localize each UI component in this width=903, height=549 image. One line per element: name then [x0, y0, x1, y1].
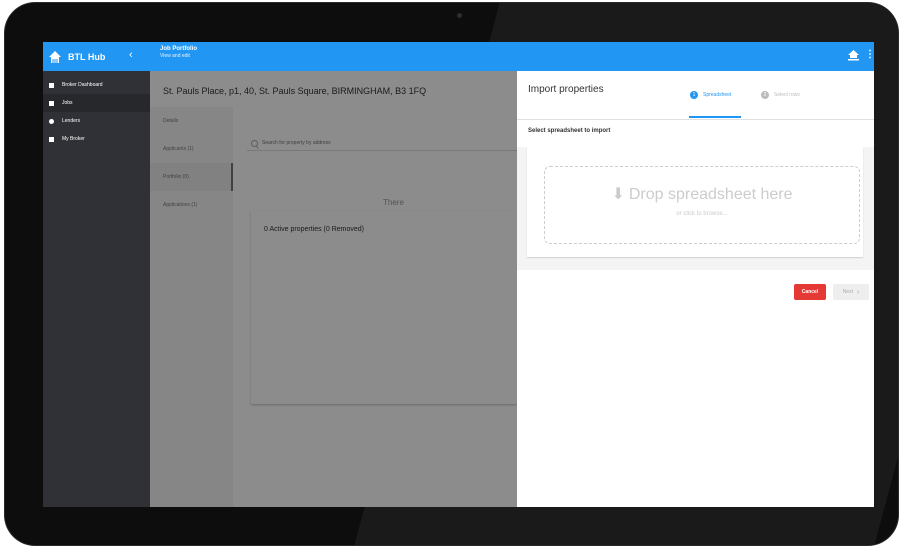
app-screen: BTL Hub ‹ Job Portfolio View and edit ⋮ … [43, 42, 874, 507]
house-logo-icon[interactable] [847, 49, 860, 61]
page-header: Job Portfolio View and edit [160, 46, 197, 59]
camera-icon [457, 13, 462, 18]
download-arrow-icon: ⬇ [611, 186, 625, 203]
sidebar-item-label: Lenders [62, 118, 81, 124]
tablet-frame: BTL Hub ‹ Job Portfolio View and edit ⋮ … [5, 3, 898, 545]
panel-header: Import properties 1 Spreadsheet 2 Select… [517, 71, 874, 120]
sidebar-item-label: Jobs [62, 100, 73, 106]
step-number: 1 [690, 91, 698, 99]
sidebar-item-lenders[interactable]: Lenders [43, 112, 150, 130]
document-icon [49, 136, 54, 142]
step-label: Select rows [774, 92, 800, 98]
sidebar-item-label: Broker Dashboard [62, 82, 103, 88]
step-label: Spreadsheet [703, 92, 732, 98]
import-properties-panel: Import properties 1 Spreadsheet 2 Select… [517, 71, 874, 507]
active-step-indicator [689, 116, 741, 118]
page-title: Job Portfolio [160, 46, 197, 52]
panel-title: Import properties [528, 84, 604, 95]
step-select-rows[interactable]: 2 Select rows [761, 91, 800, 99]
step-number: 2 [761, 91, 769, 99]
drop-text: ⬇ Drop spreadsheet here [545, 184, 859, 204]
dashboard-icon [49, 82, 54, 88]
sidebar: Broker Dashboard Jobs Lenders My Broker [43, 71, 150, 507]
cancel-label: Cancel [801, 289, 819, 295]
house-logo-icon [49, 50, 61, 63]
bank-icon [49, 118, 54, 124]
browse-hint: or click to browse... [676, 211, 728, 217]
sidebar-item-jobs[interactable]: Jobs [43, 94, 150, 112]
page-subtitle: View and edit [160, 53, 190, 59]
drop-area: ⬇ Drop spreadsheet here or click to brows… [517, 147, 874, 270]
next-label: Next [842, 289, 853, 295]
sidebar-item-label: My Broker [62, 136, 85, 142]
chevron-left-icon[interactable]: ‹ [129, 49, 133, 61]
modal-backdrop[interactable] [150, 71, 517, 507]
sidebar-item-my-broker[interactable]: My Broker [43, 130, 150, 148]
brand: BTL Hub [43, 42, 150, 71]
sidebar-item-broker-dashboard[interactable]: Broker Dashboard [43, 76, 150, 94]
cancel-button[interactable]: Cancel [794, 284, 826, 300]
next-button[interactable]: Next › [833, 284, 869, 300]
top-app-bar: BTL Hub ‹ Job Portfolio View and edit ⋮ [43, 42, 874, 71]
chevron-right-icon: › [856, 288, 860, 296]
app-name: BTL Hub [68, 51, 106, 62]
step-spreadsheet[interactable]: 1 Spreadsheet [690, 91, 731, 99]
drop-label: Drop spreadsheet here [628, 186, 793, 203]
briefcase-icon [49, 100, 54, 106]
spreadsheet-dropzone[interactable]: ⬇ Drop spreadsheet here or click to brows… [544, 166, 860, 244]
drop-card: ⬇ Drop spreadsheet here or click to brows… [527, 147, 863, 257]
select-spreadsheet-label: Select spreadsheet to import [528, 128, 611, 134]
more-vert-icon[interactable]: ⋮ [865, 49, 874, 60]
